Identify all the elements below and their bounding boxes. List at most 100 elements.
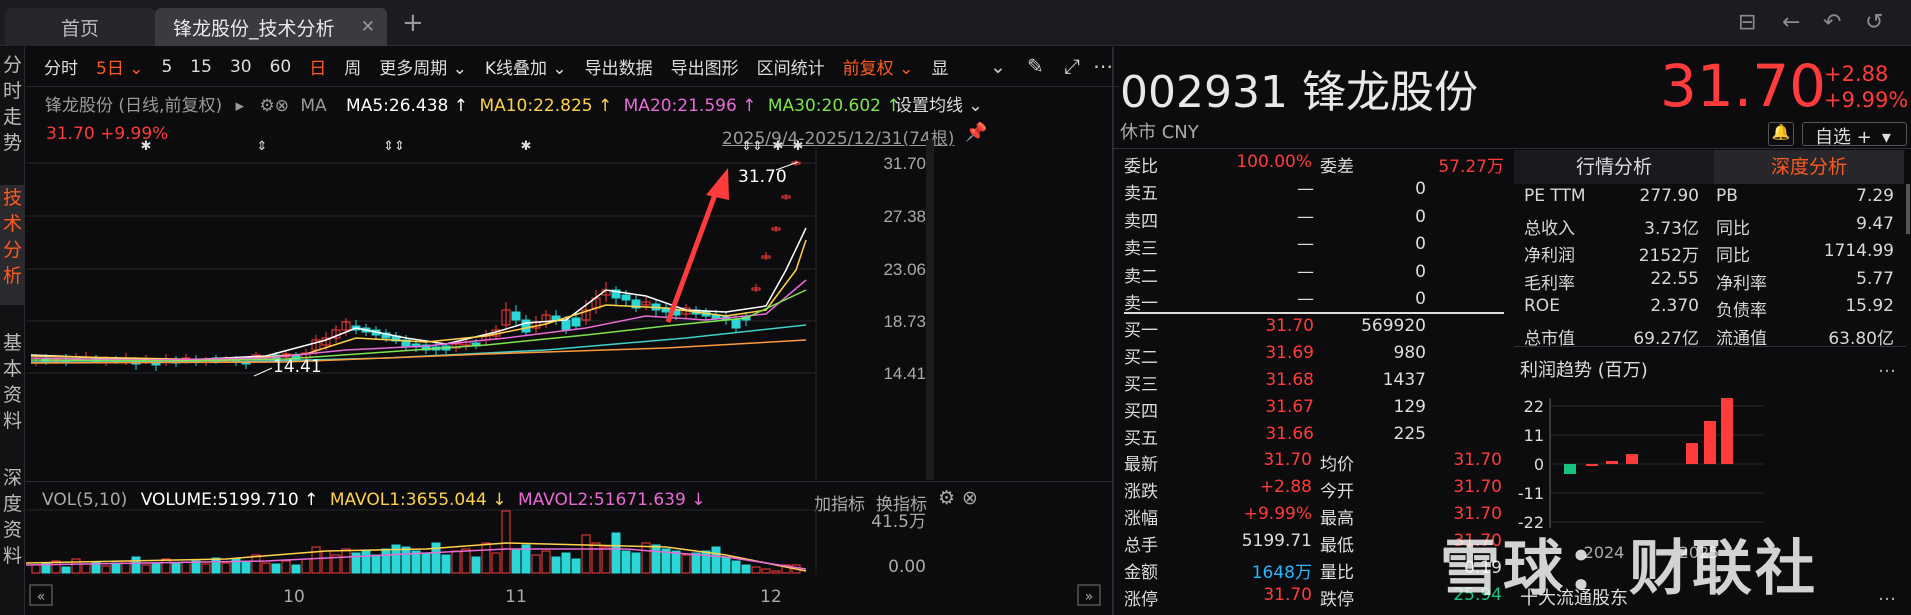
chevron-right-icon[interactable]: » bbox=[1085, 589, 1094, 605]
cell: +9.99% bbox=[1243, 504, 1312, 524]
screenshot-icon[interactable]: ⊟ bbox=[1738, 10, 1756, 35]
volume-bar bbox=[491, 552, 501, 574]
month-tick: 12 bbox=[760, 587, 782, 607]
event-marker[interactable]: ✱ bbox=[793, 140, 804, 154]
nav-label: 技术分析 bbox=[2, 187, 22, 287]
chevron-left-icon[interactable]: « bbox=[37, 589, 46, 605]
candle[interactable] bbox=[621, 294, 631, 301]
event-marker[interactable]: ⇕ bbox=[257, 140, 268, 154]
volume-chart[interactable]: 41.5万 0.00 10 11 12 « » bbox=[26, 505, 1112, 615]
set-ma-label: 设置均线 bbox=[895, 96, 963, 116]
trend-tick: 22 bbox=[1524, 397, 1544, 416]
tab-deep-analysis[interactable]: 深度分析 bbox=[1714, 150, 1904, 184]
cell: 买四 bbox=[1124, 402, 1158, 422]
toolbar-item[interactable]: 30 bbox=[230, 57, 252, 77]
kline-chart[interactable]: 31.7027.3823.0618.7314.41✱ ⇕ ⇕⇕ ✱ ⇕⇕ ✱ ✱31.701… bbox=[26, 140, 1112, 480]
volume-bar bbox=[281, 560, 291, 574]
chart-title: 锋龙股份 (日线,前复权) bbox=[45, 96, 223, 116]
candle[interactable] bbox=[571, 317, 581, 327]
scroll-handle[interactable] bbox=[926, 140, 934, 480]
trend-bar bbox=[1564, 464, 1576, 474]
tab-home[interactable]: 首页 bbox=[5, 8, 155, 46]
profit-trend-title: 利润趋势 (百万) bbox=[1520, 360, 1648, 381]
toolbar-item[interactable]: 导出图形 bbox=[671, 54, 739, 79]
set-ma-button[interactable]: 设置均线 ⌄ bbox=[895, 91, 983, 116]
volume-bar bbox=[291, 564, 301, 574]
nav-deep-info[interactable]: 深度资料 bbox=[0, 465, 25, 569]
cell: 31.67 bbox=[1265, 397, 1314, 417]
fin-cell: 总市值 bbox=[1524, 328, 1575, 349]
event-marker[interactable]: ✱ bbox=[773, 140, 784, 154]
volume-bar bbox=[481, 542, 491, 574]
volume-bar bbox=[691, 552, 701, 574]
candle[interactable] bbox=[731, 319, 741, 329]
cell: 买二 bbox=[1124, 348, 1158, 368]
cell: 31.69 bbox=[1265, 343, 1314, 363]
toolbar-item[interactable]: 分时 bbox=[44, 54, 78, 79]
fullscreen-icon[interactable]: ⤢ bbox=[1064, 54, 1080, 78]
nav-label: 基本资料 bbox=[2, 332, 22, 432]
toolbar-item[interactable]: 区间统计 bbox=[757, 54, 825, 79]
candle[interactable] bbox=[521, 319, 531, 333]
toolbar-item[interactable]: 前复权 ⌄ bbox=[843, 54, 914, 79]
nav-basic-info[interactable]: 基本资料 bbox=[0, 330, 25, 434]
cell: — bbox=[1297, 289, 1314, 309]
candle[interactable] bbox=[511, 311, 521, 321]
cell: 31.66 bbox=[1265, 424, 1314, 444]
candle[interactable] bbox=[561, 319, 571, 331]
toolbar-item[interactable]: K线叠加 ⌄ bbox=[485, 54, 567, 79]
nav-timeshare[interactable]: 分时走势 bbox=[0, 52, 25, 156]
fin-cell: 1714.99 bbox=[1823, 241, 1894, 261]
draw-pen-icon[interactable]: ✎ bbox=[1027, 54, 1044, 78]
volume-bar bbox=[271, 563, 281, 574]
scrollbar[interactable] bbox=[1906, 184, 1910, 234]
dropdown-circle-icon[interactable]: ⌄ bbox=[990, 56, 1006, 78]
volume-bar bbox=[111, 562, 121, 574]
price-tick: 31.70 bbox=[883, 154, 926, 173]
cell: — bbox=[1297, 234, 1314, 254]
cell: 100.00% bbox=[1236, 152, 1312, 172]
back-icon[interactable]: ← bbox=[1782, 10, 1800, 35]
cell: 31.68 bbox=[1265, 370, 1314, 390]
cell: 31.70 bbox=[1263, 585, 1312, 605]
nav-technical[interactable]: 技术分析 bbox=[0, 185, 25, 305]
toolbar-item[interactable]: 60 bbox=[270, 57, 292, 77]
history-icon[interactable]: ↺ bbox=[1865, 10, 1883, 35]
expand-icon[interactable]: ▸ bbox=[235, 96, 244, 116]
cell: 5199.71 bbox=[1241, 531, 1312, 551]
toolbar-item[interactable]: 日 bbox=[309, 54, 326, 79]
toolbar-item[interactable]: 显 bbox=[931, 54, 948, 79]
volume-bar bbox=[771, 570, 781, 574]
add-watchlist-button[interactable]: 自选 + ▾ bbox=[1802, 122, 1907, 148]
trend-bar bbox=[1721, 398, 1733, 464]
toolbar-item[interactable]: 5 bbox=[161, 57, 172, 77]
tab-stock-analysis[interactable]: 锋龙股份_技术分析 ✕ bbox=[155, 8, 387, 46]
toolbar-item[interactable]: 导出数据 bbox=[585, 54, 653, 79]
event-marker[interactable]: ⇕⇕ bbox=[741, 140, 763, 154]
more-icon[interactable]: … bbox=[1878, 584, 1896, 605]
more-icon[interactable]: … bbox=[1878, 356, 1896, 377]
event-marker[interactable]: ✱ bbox=[521, 140, 532, 154]
cell: 均价 bbox=[1320, 455, 1354, 475]
toolbar-item[interactable]: 更多周期 ⌄ bbox=[379, 54, 467, 79]
nav-label: 分时走势 bbox=[2, 54, 22, 154]
toolbar-item[interactable]: 5日 ⌄ bbox=[96, 54, 143, 79]
bell-icon[interactable]: 🔔 bbox=[1768, 122, 1794, 146]
toolbar-item[interactable]: 周 bbox=[344, 54, 361, 79]
volume-bar bbox=[161, 558, 171, 574]
more-icon[interactable]: ⋯ bbox=[1093, 54, 1113, 78]
event-marker[interactable]: ✱ bbox=[141, 140, 152, 154]
period-toolbar: 分时 5日 ⌄ 5 15 30 60 日周更多周期 ⌄ K线叠加 ⌄ 导出数据 导出图形 区间统计前… bbox=[26, 47, 1120, 87]
fin-cell: 3.73亿 bbox=[1644, 218, 1699, 239]
toolbar-item[interactable]: 15 bbox=[190, 57, 212, 77]
undo-icon[interactable]: ↶ bbox=[1823, 10, 1841, 35]
cell: 卖二 bbox=[1124, 266, 1158, 287]
tab-market-analysis[interactable]: 行情分析 bbox=[1514, 150, 1714, 184]
price-tick: 18.73 bbox=[883, 312, 926, 331]
close-circle-icon[interactable]: ⊗ bbox=[275, 96, 289, 116]
cell: 量比 bbox=[1320, 563, 1354, 583]
gear-icon[interactable]: ⚙ bbox=[259, 96, 274, 116]
close-icon[interactable]: ✕ bbox=[361, 17, 375, 37]
event-marker[interactable]: ⇕⇕ bbox=[383, 140, 405, 154]
add-tab-icon[interactable]: + bbox=[402, 8, 424, 38]
